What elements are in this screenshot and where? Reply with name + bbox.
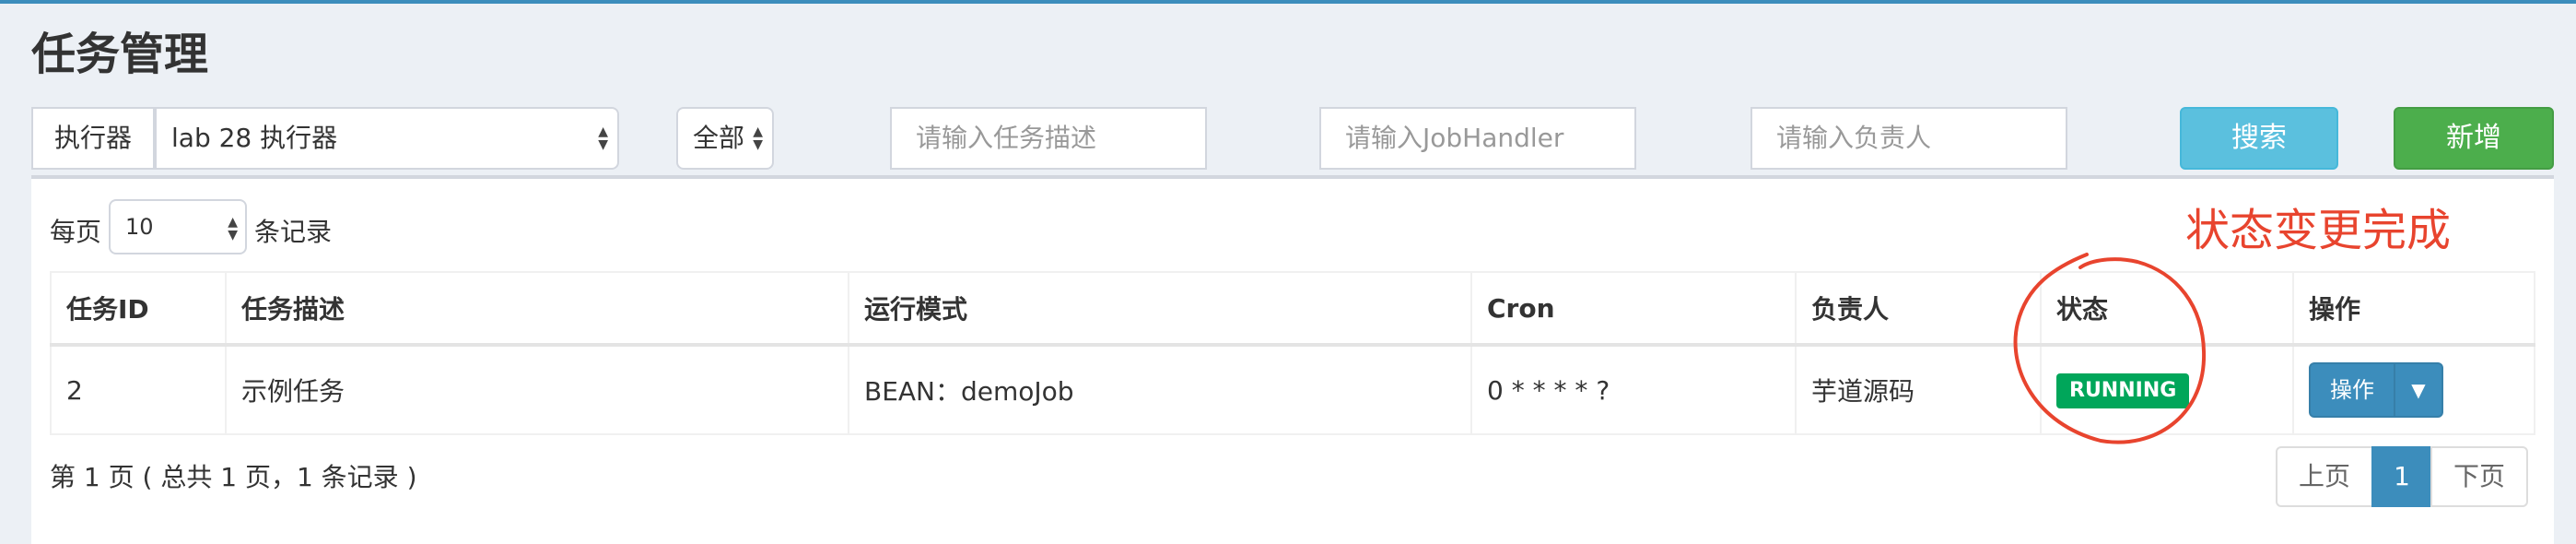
executor-select[interactable]: lab 28 执行器 ▲ ▼	[155, 107, 619, 170]
select-arrows-icon: ▲ ▼	[598, 124, 608, 152]
caret-down-icon[interactable]: ▼	[2395, 364, 2441, 416]
job-handler-input[interactable]: 请输入JobHandler	[1319, 107, 1636, 170]
select-arrows-icon: ▲ ▼	[228, 215, 238, 242]
current-page-button[interactable]: 1	[2371, 446, 2432, 507]
top-accent-bar	[0, 0, 2576, 4]
page-title: 任务管理	[31, 29, 209, 80]
cell-desc: 示例任务	[225, 344, 849, 435]
job-desc-input[interactable]: 请输入任务描述	[890, 107, 1207, 170]
col-header-cron: Cron	[1470, 271, 1797, 347]
add-button[interactable]: 新增	[2394, 107, 2554, 170]
per-page-value: 10	[125, 214, 154, 240]
executor-label: 执行器	[31, 107, 155, 170]
status-select[interactable]: 全部 ▲ ▼	[676, 107, 774, 170]
cell-cron: 0 * * * * ?	[1470, 344, 1797, 435]
action-button-label[interactable]: 操作	[2311, 364, 2395, 416]
annotation-text: 状态变更完成	[2185, 205, 2452, 256]
owner-input[interactable]: 请输入负责人	[1751, 107, 2067, 170]
cell-id: 2	[50, 344, 227, 435]
pagination: 上页 1 下页	[2276, 446, 2528, 507]
status-select-value: 全部	[693, 123, 745, 153]
col-header-desc: 任务描述	[225, 271, 849, 347]
executor-select-value: lab 28 执行器	[171, 123, 338, 153]
per-page-prefix: 每页	[50, 217, 102, 247]
page-info: 第 1 页 ( 总共 1 页，1 条记录 )	[50, 462, 417, 492]
prev-page-button[interactable]: 上页	[2276, 446, 2373, 507]
col-header-mode: 运行模式	[848, 271, 1472, 347]
per-page-select[interactable]: 10 ▲ ▼	[109, 199, 247, 254]
col-header-id: 任务ID	[50, 271, 227, 347]
annotation-circle-icon	[2013, 253, 2207, 444]
action-dropdown-button[interactable]: 操作 ▼	[2309, 362, 2443, 418]
next-page-button[interactable]: 下页	[2430, 446, 2528, 507]
col-header-action: 操作	[2292, 271, 2535, 347]
select-arrows-icon: ▲ ▼	[753, 124, 763, 152]
cell-action: 操作 ▼	[2292, 344, 2535, 435]
per-page-suffix: 条记录	[254, 217, 333, 247]
cell-mode: BEAN：demoJob	[848, 344, 1472, 435]
search-button[interactable]: 搜索	[2180, 107, 2338, 170]
